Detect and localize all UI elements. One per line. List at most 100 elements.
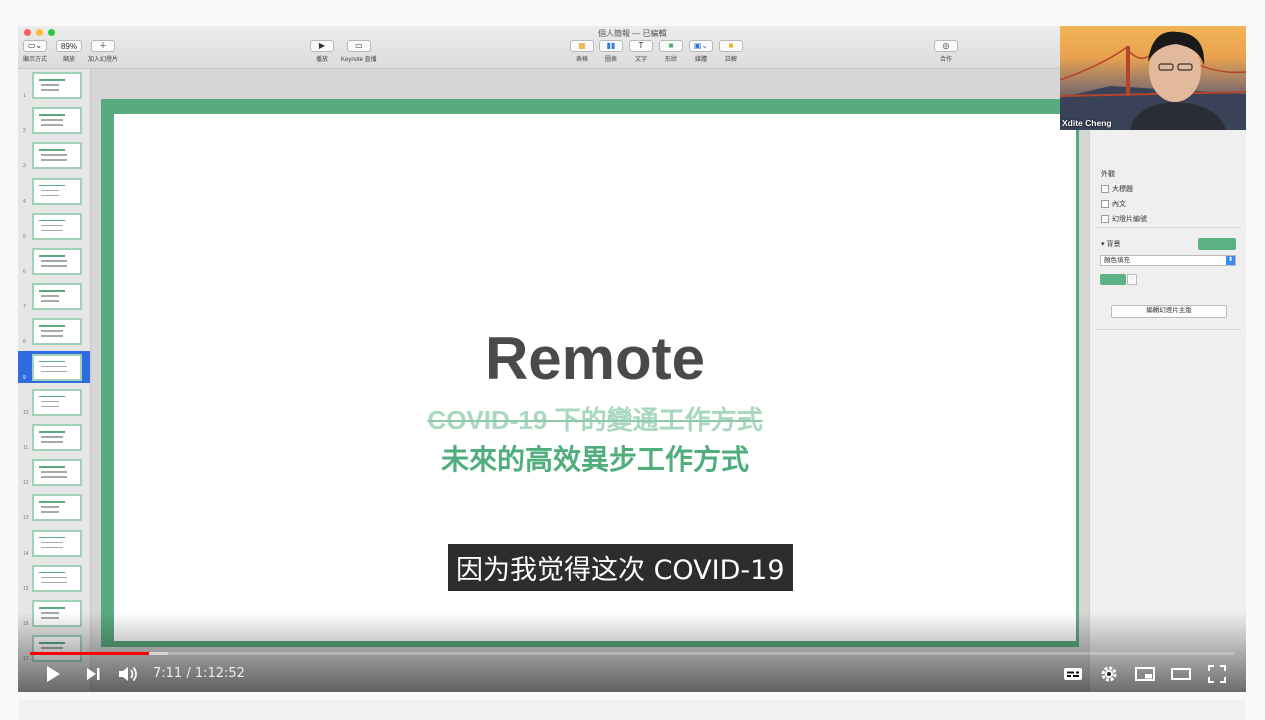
chart-button[interactable]: ▮▮ 圖表 xyxy=(599,40,623,63)
slide-thumbnail[interactable]: 5 xyxy=(18,210,90,242)
next-icon xyxy=(87,668,100,680)
settings-button[interactable] xyxy=(1096,662,1122,686)
theater-mode-button[interactable] xyxy=(1168,662,1194,686)
slide-title[interactable]: Remote xyxy=(114,324,1076,393)
theater-icon xyxy=(1171,668,1191,680)
zoom-dot[interactable] xyxy=(48,29,55,36)
slide-number: 14 xyxy=(23,550,29,557)
subtitles-icon xyxy=(1064,668,1082,680)
edit-slide-master-button[interactable]: 編輯幻燈片主版 xyxy=(1111,305,1227,318)
video-player[interactable]: 個人簡報 — 已編輯 ▭⌄ 顯示方式 89% 縮放 ＋ 加入幻燈片 ▶ 播放 ▭… xyxy=(18,26,1246,692)
comment-icon: ■ xyxy=(728,41,734,50)
play-button[interactable] xyxy=(40,662,66,686)
keynote-live-icon: ▭ xyxy=(355,41,363,50)
view-icon: ▭⌄ xyxy=(27,41,43,50)
slide-number: 9 xyxy=(23,374,26,381)
slide-number: 4 xyxy=(23,198,26,205)
appearance-heading: 外觀 xyxy=(1101,171,1115,178)
table-icon: ▦ xyxy=(578,41,586,50)
slide-navigator[interactable]: 1234567891011121314151617 xyxy=(18,69,91,692)
title-checkbox[interactable]: 大標題 xyxy=(1101,184,1147,194)
table-button[interactable]: ▦ 表格 xyxy=(570,40,594,63)
slide-number: 3 xyxy=(23,163,26,170)
thumbnail-preview xyxy=(32,107,82,135)
collaborate-button[interactable]: ◎ 合作 xyxy=(934,40,958,63)
thumbnail-preview xyxy=(32,318,82,346)
fill-type-select[interactable]: 顏色填充 ⬍ xyxy=(1100,255,1236,266)
slide-thumbnail[interactable]: 9 xyxy=(18,350,90,383)
format-inspector: 外觀 大標題 內文 幻燈片編號 ▾ 背景 顏色填充 ⬍ ◌ 編輯幻燈片主版 xyxy=(1089,69,1246,692)
minimize-dot[interactable] xyxy=(36,29,43,36)
thumbnail-preview xyxy=(32,212,82,240)
slide-thumbnail[interactable]: 7 xyxy=(18,280,90,312)
slide-number: 11 xyxy=(23,445,29,451)
slide-thumbnail[interactable]: 8 xyxy=(18,315,90,347)
volume-button[interactable] xyxy=(116,662,142,686)
text-button[interactable]: T 文字 xyxy=(629,40,653,63)
webcam-image xyxy=(1060,31,1246,130)
fullscreen-icon xyxy=(1208,665,1226,683)
play-slideshow-button[interactable]: ▶ 播放 xyxy=(310,40,334,63)
keynote-live-button[interactable]: ▭ Keynote 直播 xyxy=(341,40,377,63)
thumbnail-preview xyxy=(32,248,82,275)
keynote-window: 個人簡報 — 已編輯 ▭⌄ 顯示方式 89% 縮放 ＋ 加入幻燈片 ▶ 播放 ▭… xyxy=(18,26,1246,692)
comment-button[interactable]: ■ 註解 xyxy=(719,40,743,63)
slide-thumbnail[interactable]: 14 xyxy=(18,527,90,559)
thumbnail-preview xyxy=(32,142,82,170)
thumbnail-preview xyxy=(32,72,82,99)
fullscreen-button[interactable] xyxy=(1204,662,1230,686)
background-heading[interactable]: ▾ 背景 xyxy=(1101,239,1120,249)
thumbnail-preview xyxy=(32,283,82,311)
slide-number-checkbox[interactable]: 幻燈片編號 xyxy=(1101,214,1147,224)
slide-canvas[interactable]: Remote COVID-19 下的變通工作方式 未來的高效異步工作方式 xyxy=(91,69,1089,692)
inspector-divider-2 xyxy=(1096,329,1241,330)
slide-thumbnail[interactable]: 12 xyxy=(18,456,90,488)
slide-subtitle[interactable]: 未來的高效異步工作方式 xyxy=(114,438,1076,478)
select-arrow-icon: ⬍ xyxy=(1226,256,1235,265)
shape-button[interactable]: ■ 形狀 xyxy=(659,40,683,63)
chart-icon: ▮▮ xyxy=(606,41,616,50)
slide-thumbnail[interactable]: 13 xyxy=(18,491,90,523)
window-controls xyxy=(24,29,55,36)
subtitles-button[interactable] xyxy=(1060,662,1086,686)
media-button[interactable]: ▣⌄ 媒體 xyxy=(689,40,713,63)
view-button[interactable]: ▭⌄ 顯示方式 xyxy=(23,40,47,63)
appearance-section: 外觀 大標題 內文 幻燈片編號 xyxy=(1101,169,1147,224)
slide-number: 15 xyxy=(23,585,29,592)
miniplayer-button[interactable] xyxy=(1132,662,1158,686)
text-icon: T xyxy=(638,41,644,50)
inspector-divider xyxy=(1096,227,1241,228)
shape-icon: ■ xyxy=(668,41,674,50)
slide-thumbnail[interactable]: 3 xyxy=(18,139,90,171)
slide-struck-line[interactable]: COVID-19 下的變通工作方式 xyxy=(114,400,1076,437)
color-wheel-icon[interactable]: ◌ xyxy=(1127,274,1137,285)
thumbnail-preview xyxy=(32,177,82,205)
participant-name: Xdite Cheng xyxy=(1062,118,1112,128)
slide-thumbnail[interactable]: 11 xyxy=(18,421,90,453)
slide-thumbnail[interactable]: 2 xyxy=(18,104,90,136)
slide-thumbnail[interactable]: 10 xyxy=(18,386,90,418)
next-button[interactable] xyxy=(80,662,106,686)
thumbnail-preview xyxy=(32,494,82,522)
miniplayer-icon xyxy=(1135,667,1155,681)
color-well[interactable] xyxy=(1100,274,1126,285)
thumbnail-preview xyxy=(32,459,82,487)
slide-thumbnail[interactable]: 15 xyxy=(18,562,90,594)
thumbnail-preview xyxy=(32,353,82,381)
slide-number: 7 xyxy=(23,304,26,311)
body-checkbox[interactable]: 內文 xyxy=(1101,199,1147,209)
slide-number: 6 xyxy=(23,269,26,275)
zoom-button[interactable]: 89% 縮放 xyxy=(56,40,82,63)
progress-bar[interactable] xyxy=(30,652,1234,655)
slide-thumbnail[interactable]: 1 xyxy=(18,69,90,101)
add-slide-button[interactable]: ＋ 加入幻燈片 xyxy=(88,40,118,63)
webcam-overlay: Xdite Cheng xyxy=(1060,26,1246,130)
close-dot[interactable] xyxy=(24,29,31,36)
play-icon: ▶ xyxy=(318,41,326,50)
time-display: 7:11 / 1:12:52 xyxy=(153,666,245,681)
volume-icon xyxy=(119,666,137,682)
slide-thumbnail[interactable]: 6 xyxy=(18,245,90,277)
collaborate-icon: ◎ xyxy=(942,41,950,50)
slide-thumbnail[interactable]: 4 xyxy=(18,175,90,207)
background-color-swatch[interactable] xyxy=(1198,238,1236,250)
